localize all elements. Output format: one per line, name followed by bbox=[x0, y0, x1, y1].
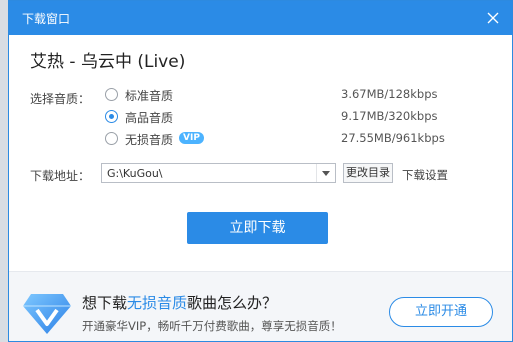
promo-subtext: 开通豪华VIP，畅听千万付费歌曲，尊享无损音质！ bbox=[82, 319, 342, 333]
radio-lossless[interactable] bbox=[105, 132, 118, 145]
download-dialog: 下载窗口 艾热 - 乌云中 (Live) 选择音质： 标准音质 3.67MB/1… bbox=[8, 0, 513, 342]
chevron-down-icon[interactable] bbox=[316, 164, 335, 182]
quality-label: 选择音质： bbox=[30, 92, 91, 106]
diamond-icon bbox=[21, 286, 73, 338]
radio-standard[interactable] bbox=[105, 88, 118, 101]
open-vip-button[interactable]: 立即开通 bbox=[389, 297, 493, 327]
close-icon[interactable] bbox=[482, 7, 504, 29]
vip-promo-banner: 想下载无损音质歌曲怎么办？ 开通豪华VIP，畅听千万付费歌曲，尊享无损音质！ 立… bbox=[9, 271, 512, 341]
song-title: 艾热 - 乌云中 (Live) bbox=[30, 52, 186, 72]
quality-option-lossless[interactable]: 无损音质 VIP 27.55MB/961kbps bbox=[105, 131, 445, 147]
promo-headline-post: 歌曲怎么办？ bbox=[187, 294, 278, 312]
quality-option-high[interactable]: 高品音质 9.17MB/320kbps bbox=[105, 109, 438, 125]
title-bar[interactable]: 下载窗口 bbox=[9, 1, 512, 35]
change-directory-button[interactable]: 更改目录 bbox=[343, 163, 393, 183]
quality-option-size: 9.17MB/320kbps bbox=[341, 109, 438, 123]
quality-option-label: 无损音质 bbox=[125, 133, 174, 147]
download-path-input[interactable] bbox=[102, 164, 324, 182]
quality-option-size: 27.55MB/961kbps bbox=[341, 131, 445, 145]
download-now-button[interactable]: 立即下载 bbox=[187, 212, 328, 244]
download-settings-link[interactable]: 下载设置 bbox=[402, 167, 448, 183]
vip-badge: VIP bbox=[179, 132, 204, 144]
window-title: 下载窗口 bbox=[22, 12, 71, 26]
quality-option-label: 标准音质 bbox=[125, 89, 174, 103]
promo-headline-highlight: 无损音质 bbox=[127, 294, 188, 312]
promo-headline: 想下载无损音质歌曲怎么办？ bbox=[82, 292, 277, 313]
download-path-label: 下载地址： bbox=[30, 169, 91, 183]
promo-headline-pre: 想下载 bbox=[82, 294, 128, 312]
quality-option-standard[interactable]: 标准音质 3.67MB/128kbps bbox=[105, 87, 438, 103]
download-path-field[interactable] bbox=[101, 163, 336, 183]
radio-high[interactable] bbox=[105, 110, 118, 123]
quality-option-size: 3.67MB/128kbps bbox=[341, 87, 438, 101]
quality-option-label: 高品音质 bbox=[125, 111, 174, 125]
